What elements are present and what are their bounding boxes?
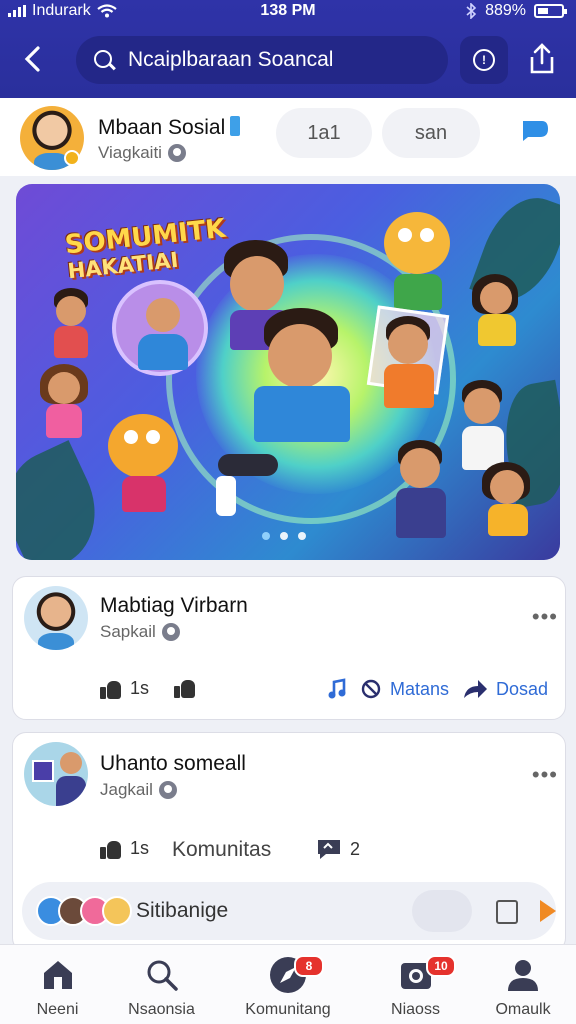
profile-location: Viagkaiti	[98, 143, 162, 162]
notification-badge: 8	[294, 955, 324, 977]
comment-count: 2	[350, 838, 361, 859]
verified-icon	[230, 116, 240, 136]
post-location: Sapkail	[100, 622, 156, 641]
nav-search-label: Nsaonsia	[128, 1001, 195, 1018]
profile-pill-button[interactable]: san	[382, 108, 480, 158]
post-author-name[interactable]: Mabtiag Virbarn	[100, 594, 248, 618]
nav-search[interactable]: Nsaonsia	[104, 945, 219, 1024]
hero-banner-image[interactable]: SOMUMITK HAKATIAI	[16, 184, 560, 560]
share-post-button[interactable]: Dosad	[462, 678, 548, 700]
location-icon	[161, 623, 180, 641]
verified-badge	[64, 150, 80, 166]
chat-icon[interactable]	[520, 118, 550, 142]
like-count: 1s	[130, 838, 150, 858]
nav-community[interactable]: 8 Komunitang	[228, 945, 348, 1024]
more-options-button[interactable]: •••	[532, 604, 558, 630]
chevron-left-icon	[24, 46, 40, 72]
nav-news[interactable]: 10 Niaoss	[358, 945, 473, 1024]
comment-icon	[318, 840, 340, 859]
post-author-name[interactable]: Uhanto someall	[100, 752, 246, 776]
battery-icon	[534, 4, 567, 18]
like-button[interactable]: 1s	[100, 838, 149, 859]
location-icon	[158, 781, 177, 799]
nav-community-label: Komunitang	[245, 1001, 331, 1018]
illustration-character	[38, 364, 98, 444]
matans-label: Matans	[390, 678, 450, 699]
search-input[interactable]: Ncaiplbaraan Soancal	[128, 48, 333, 72]
avatar[interactable]	[24, 742, 88, 806]
comment-button[interactable]: 2	[316, 838, 360, 860]
comment-input-bar[interactable]: Sitibanige	[22, 882, 556, 940]
nav-news-label: Niaoss	[391, 1001, 440, 1018]
info-button[interactable]: !	[460, 36, 508, 84]
share-icon	[530, 43, 554, 74]
post-subtitle: Jagkail	[100, 780, 177, 800]
photo-bubble	[112, 280, 208, 376]
music-note-icon	[328, 678, 346, 699]
status-bar: Indurark 138 PM 889%	[0, 0, 576, 24]
forward-arrow-icon	[464, 680, 487, 698]
thumbs-up-icon	[100, 839, 122, 859]
link-icon	[361, 679, 381, 699]
share-button[interactable]	[526, 42, 558, 76]
avatar	[102, 896, 132, 926]
top-app-bar: Indurark 138 PM 889% Ncaiplbaraan Soanca…	[0, 0, 576, 98]
input-field-shape	[412, 890, 472, 932]
person-icon	[508, 960, 538, 991]
like-button[interactable]: 1s	[100, 678, 149, 699]
carousel-dot[interactable]	[280, 532, 288, 540]
home-icon	[43, 961, 72, 989]
thumbs-up-icon	[100, 679, 122, 699]
like-alt-button[interactable]	[174, 678, 196, 698]
battery-percent: 889%	[485, 2, 526, 19]
back-button[interactable]	[18, 44, 48, 74]
carousel-dot[interactable]	[298, 532, 306, 540]
profile-pill-button[interactable]: 1a1	[276, 108, 372, 158]
illustration-character	[392, 440, 462, 550]
illustration-character	[376, 208, 466, 318]
illustration-character	[482, 462, 542, 542]
matans-button[interactable]: Matans	[360, 678, 449, 700]
hero-title: SOMUMITK HAKATIAI	[64, 214, 230, 285]
carousel-dot[interactable]	[262, 532, 270, 540]
illustration-character	[48, 288, 98, 368]
avatar[interactable]	[24, 586, 88, 650]
illustration-character	[102, 404, 192, 524]
illustration-character	[216, 304, 376, 516]
community-text: Komunitas	[172, 838, 272, 861]
illustration-character	[376, 316, 446, 426]
community-label[interactable]: Komunitas	[172, 838, 271, 862]
search-icon	[147, 960, 178, 991]
profile-name[interactable]: Mbaan Sosial	[98, 116, 225, 140]
music-button[interactable]	[326, 678, 348, 700]
carousel-indicator[interactable]	[262, 532, 306, 540]
illustration-character	[472, 274, 532, 354]
send-icon[interactable]	[540, 900, 556, 922]
leaf-decoration	[16, 440, 116, 560]
notification-badge: 10	[426, 955, 456, 977]
more-options-button[interactable]: •••	[532, 762, 558, 788]
nav-home[interactable]: Neeni	[0, 945, 115, 1024]
nav-home-label: Neeni	[36, 1001, 79, 1018]
search-bar[interactable]: Ncaiplbaraan Soancal	[76, 36, 448, 84]
comment-input[interactable]: Sitibanige	[136, 899, 228, 923]
bottom-navigation: Neeni Nsaonsia 8 Komunitang 10 Niaoss Om…	[0, 944, 576, 1024]
location-icon	[167, 144, 186, 162]
post-subtitle: Sapkail	[100, 622, 180, 642]
copy-icon[interactable]	[496, 900, 518, 924]
profile-subtitle: Viagkaiti	[98, 143, 186, 163]
share-post-label: Dosad	[496, 678, 549, 699]
search-icon	[92, 48, 116, 72]
like-count: 1s	[130, 678, 150, 698]
bluetooth-icon	[466, 3, 477, 19]
nav-profile[interactable]: Omaulk	[470, 945, 576, 1024]
post-location: Jagkail	[100, 780, 153, 799]
nav-profile-label: Omaulk	[495, 1001, 551, 1018]
participant-avatars	[36, 896, 132, 926]
thumbs-up-icon	[174, 678, 196, 698]
info-icon: !	[473, 49, 495, 71]
